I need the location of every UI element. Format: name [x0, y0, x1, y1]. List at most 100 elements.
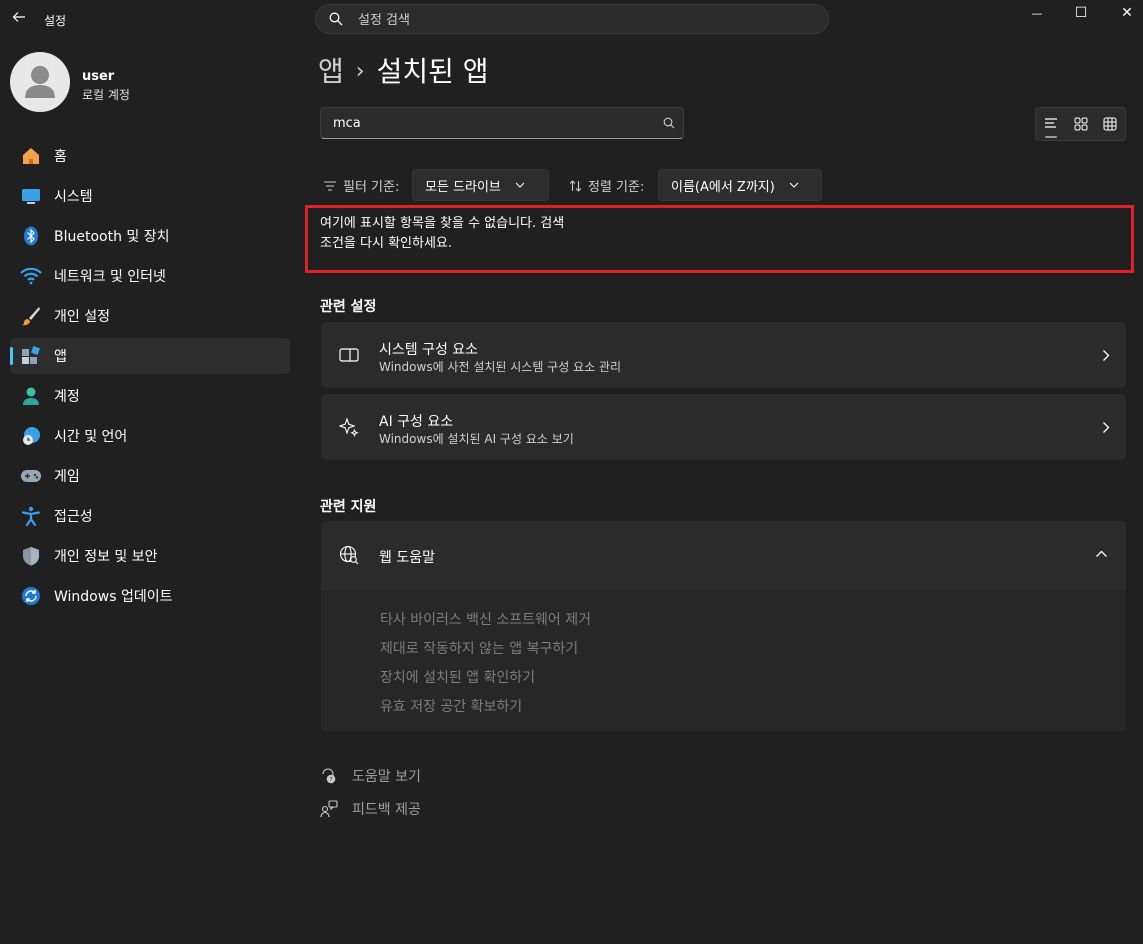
back-button[interactable] [8, 8, 30, 30]
bluetooth-icon [20, 225, 42, 247]
gamepad-icon [20, 465, 42, 487]
settings-search-input[interactable] [356, 10, 800, 30]
sidebar-item-gaming[interactable]: 게임 [10, 458, 290, 494]
app-search-box[interactable] [320, 107, 684, 139]
sidebar-item-privacy[interactable]: 개인 정보 및 보안 [10, 538, 290, 574]
update-icon [20, 585, 42, 607]
sidebar-item-apps[interactable]: 앱 [10, 338, 290, 374]
sidebar-item-label: Bluetooth 및 장치 [54, 229, 170, 245]
system-icon [20, 185, 42, 207]
close-icon: ✕ [1121, 5, 1133, 21]
sidebar-item-personalization[interactable]: 개인 설정 [10, 298, 290, 334]
filter-icon [324, 180, 336, 191]
sidebar-item-label: 접근성 [54, 509, 93, 525]
minimize-icon: — [1031, 7, 1043, 20]
window-title: 설정 [44, 14, 67, 28]
sidebar-item-accessibility[interactable]: 접근성 [10, 498, 290, 534]
filter-dropdown-value: 모든 드라이브 [425, 179, 501, 195]
sparkle-icon [339, 417, 359, 437]
chevron-right-icon [1103, 350, 1110, 361]
sort-label-text: 정렬 기준: [588, 180, 645, 195]
sidebar-item-home[interactable]: 홈 [10, 138, 290, 174]
sidebar-item-network[interactable]: 네트워크 및 인터넷 [10, 258, 290, 294]
maximize-button[interactable]: ☐ [1058, 2, 1104, 24]
filter-label: 필터 기준: [323, 176, 399, 195]
help-link[interactable]: 유효 저장 공간 확보하기 [380, 696, 522, 716]
close-button[interactable]: ✕ [1104, 2, 1143, 24]
list-view-icon [1044, 118, 1057, 128]
svg-text:?: ? [329, 777, 332, 784]
ai-components-card[interactable]: AI 구성 요소 Windows에 설치된 AI 구성 요소 보기 [321, 394, 1126, 460]
app-search-input[interactable] [331, 115, 655, 132]
user-name: user [82, 69, 115, 84]
sidebar-item-accounts[interactable]: 계정 [10, 378, 290, 414]
sidebar-item-windows-update[interactable]: Windows 업데이트 [10, 578, 290, 614]
feedback-icon [320, 800, 338, 818]
system-components-icon [339, 348, 359, 362]
get-help-label: 도움말 보기 [352, 769, 421, 785]
accessibility-icon [20, 505, 42, 527]
sidebar-item-label: 개인 정보 및 보안 [54, 549, 158, 565]
tile-view-button[interactable] [1066, 108, 1096, 140]
empty-results-message: 여기에 표시할 항목을 찾을 수 없습니다. 검색 조건을 다시 확인하세요. [320, 214, 640, 254]
chevron-down-icon [515, 182, 525, 188]
shield-icon [20, 545, 42, 567]
avatar[interactable] [10, 52, 70, 112]
list-view-button[interactable] [1036, 108, 1066, 140]
maximize-icon: ☐ [1074, 5, 1088, 21]
settings-search-box[interactable] [315, 4, 829, 34]
web-help-links: 타사 바이러스 백신 소프트웨어 제거 제대로 작동하지 않는 앱 복구하기 장… [321, 590, 1126, 731]
user-avatar-icon [25, 66, 55, 98]
sidebar-item-system[interactable]: 시스템 [10, 178, 290, 214]
card-title: 시스템 구성 요소 [379, 342, 479, 358]
sort-dropdown-value: 이름(A에서 Z까지) [671, 179, 775, 195]
help-link[interactable]: 타사 바이러스 백신 소프트웨어 제거 [380, 609, 591, 629]
filter-label-text: 필터 기준: [343, 180, 400, 195]
grid-view-button[interactable] [1095, 108, 1125, 140]
empty-message-line: 여기에 표시할 항목을 찾을 수 없습니다. 검색 [320, 216, 565, 231]
sidebar-item-label: 네트워크 및 인터넷 [54, 269, 166, 285]
sidebar-item-label: 앱 [54, 349, 67, 365]
get-help-link[interactable]: ? 도움말 보기 [320, 766, 421, 786]
home-icon [20, 145, 42, 167]
time-language-icon [20, 425, 42, 447]
expander-title: 웹 도움말 [379, 550, 435, 566]
breadcrumb-parent[interactable]: 앱 [318, 55, 344, 88]
help-icon: ? [322, 768, 336, 784]
chevron-right-icon [1103, 422, 1110, 433]
brush-icon [20, 305, 42, 327]
wifi-icon [20, 265, 42, 287]
minimize-button[interactable]: — [1014, 2, 1060, 24]
sort-dropdown[interactable]: 이름(A에서 Z까지) [658, 169, 822, 201]
account-type: 로컬 계정 [82, 88, 130, 102]
sidebar-item-label: 계정 [54, 389, 80, 405]
chevron-up-icon [1096, 550, 1107, 557]
apps-icon [20, 345, 42, 367]
sidebar-item-label: 시스템 [54, 189, 93, 205]
web-help-expander[interactable]: 웹 도움말 [321, 521, 1126, 590]
tile-view-icon [1074, 117, 1087, 131]
help-link[interactable]: 장치에 설치된 앱 확인하기 [380, 667, 535, 687]
breadcrumb-separator: › [355, 59, 365, 84]
sidebar-item-bluetooth[interactable]: Bluetooth 및 장치 [10, 218, 290, 254]
feedback-link[interactable]: 피드백 제공 [320, 799, 421, 819]
sidebar-item-label: 시간 및 언어 [54, 429, 128, 445]
system-components-card[interactable]: 시스템 구성 요소 Windows에 사전 설치된 시스템 구성 요소 관리 [321, 322, 1126, 388]
empty-message-line: 조건을 다시 확인하세요. [320, 236, 452, 251]
sidebar-item-time-language[interactable]: 시간 및 언어 [10, 418, 290, 454]
related-settings-title: 관련 설정 [320, 299, 377, 315]
card-subtitle: Windows에 사전 설치된 시스템 구성 요소 관리 [379, 360, 622, 374]
search-icon [329, 12, 343, 26]
help-link[interactable]: 제대로 작동하지 않는 앱 복구하기 [380, 638, 578, 658]
feedback-label: 피드백 제공 [352, 802, 421, 818]
filter-dropdown[interactable]: 모든 드라이브 [412, 169, 549, 201]
sort-icon [569, 179, 582, 192]
card-subtitle: Windows에 설치된 AI 구성 요소 보기 [379, 432, 574, 446]
view-toggle-group [1035, 107, 1126, 141]
sidebar-nav: 홈 시스템 Bluetooth 및 장치 네트워크 및 인터넷 개인 설정 앱 … [10, 138, 290, 618]
chevron-down-icon [789, 182, 799, 188]
breadcrumb: 앱 › 설치된 앱 [318, 50, 489, 90]
grid-view-icon [1103, 117, 1117, 131]
page-title: 설치된 앱 [376, 55, 489, 88]
card-title: AI 구성 요소 [379, 414, 454, 430]
